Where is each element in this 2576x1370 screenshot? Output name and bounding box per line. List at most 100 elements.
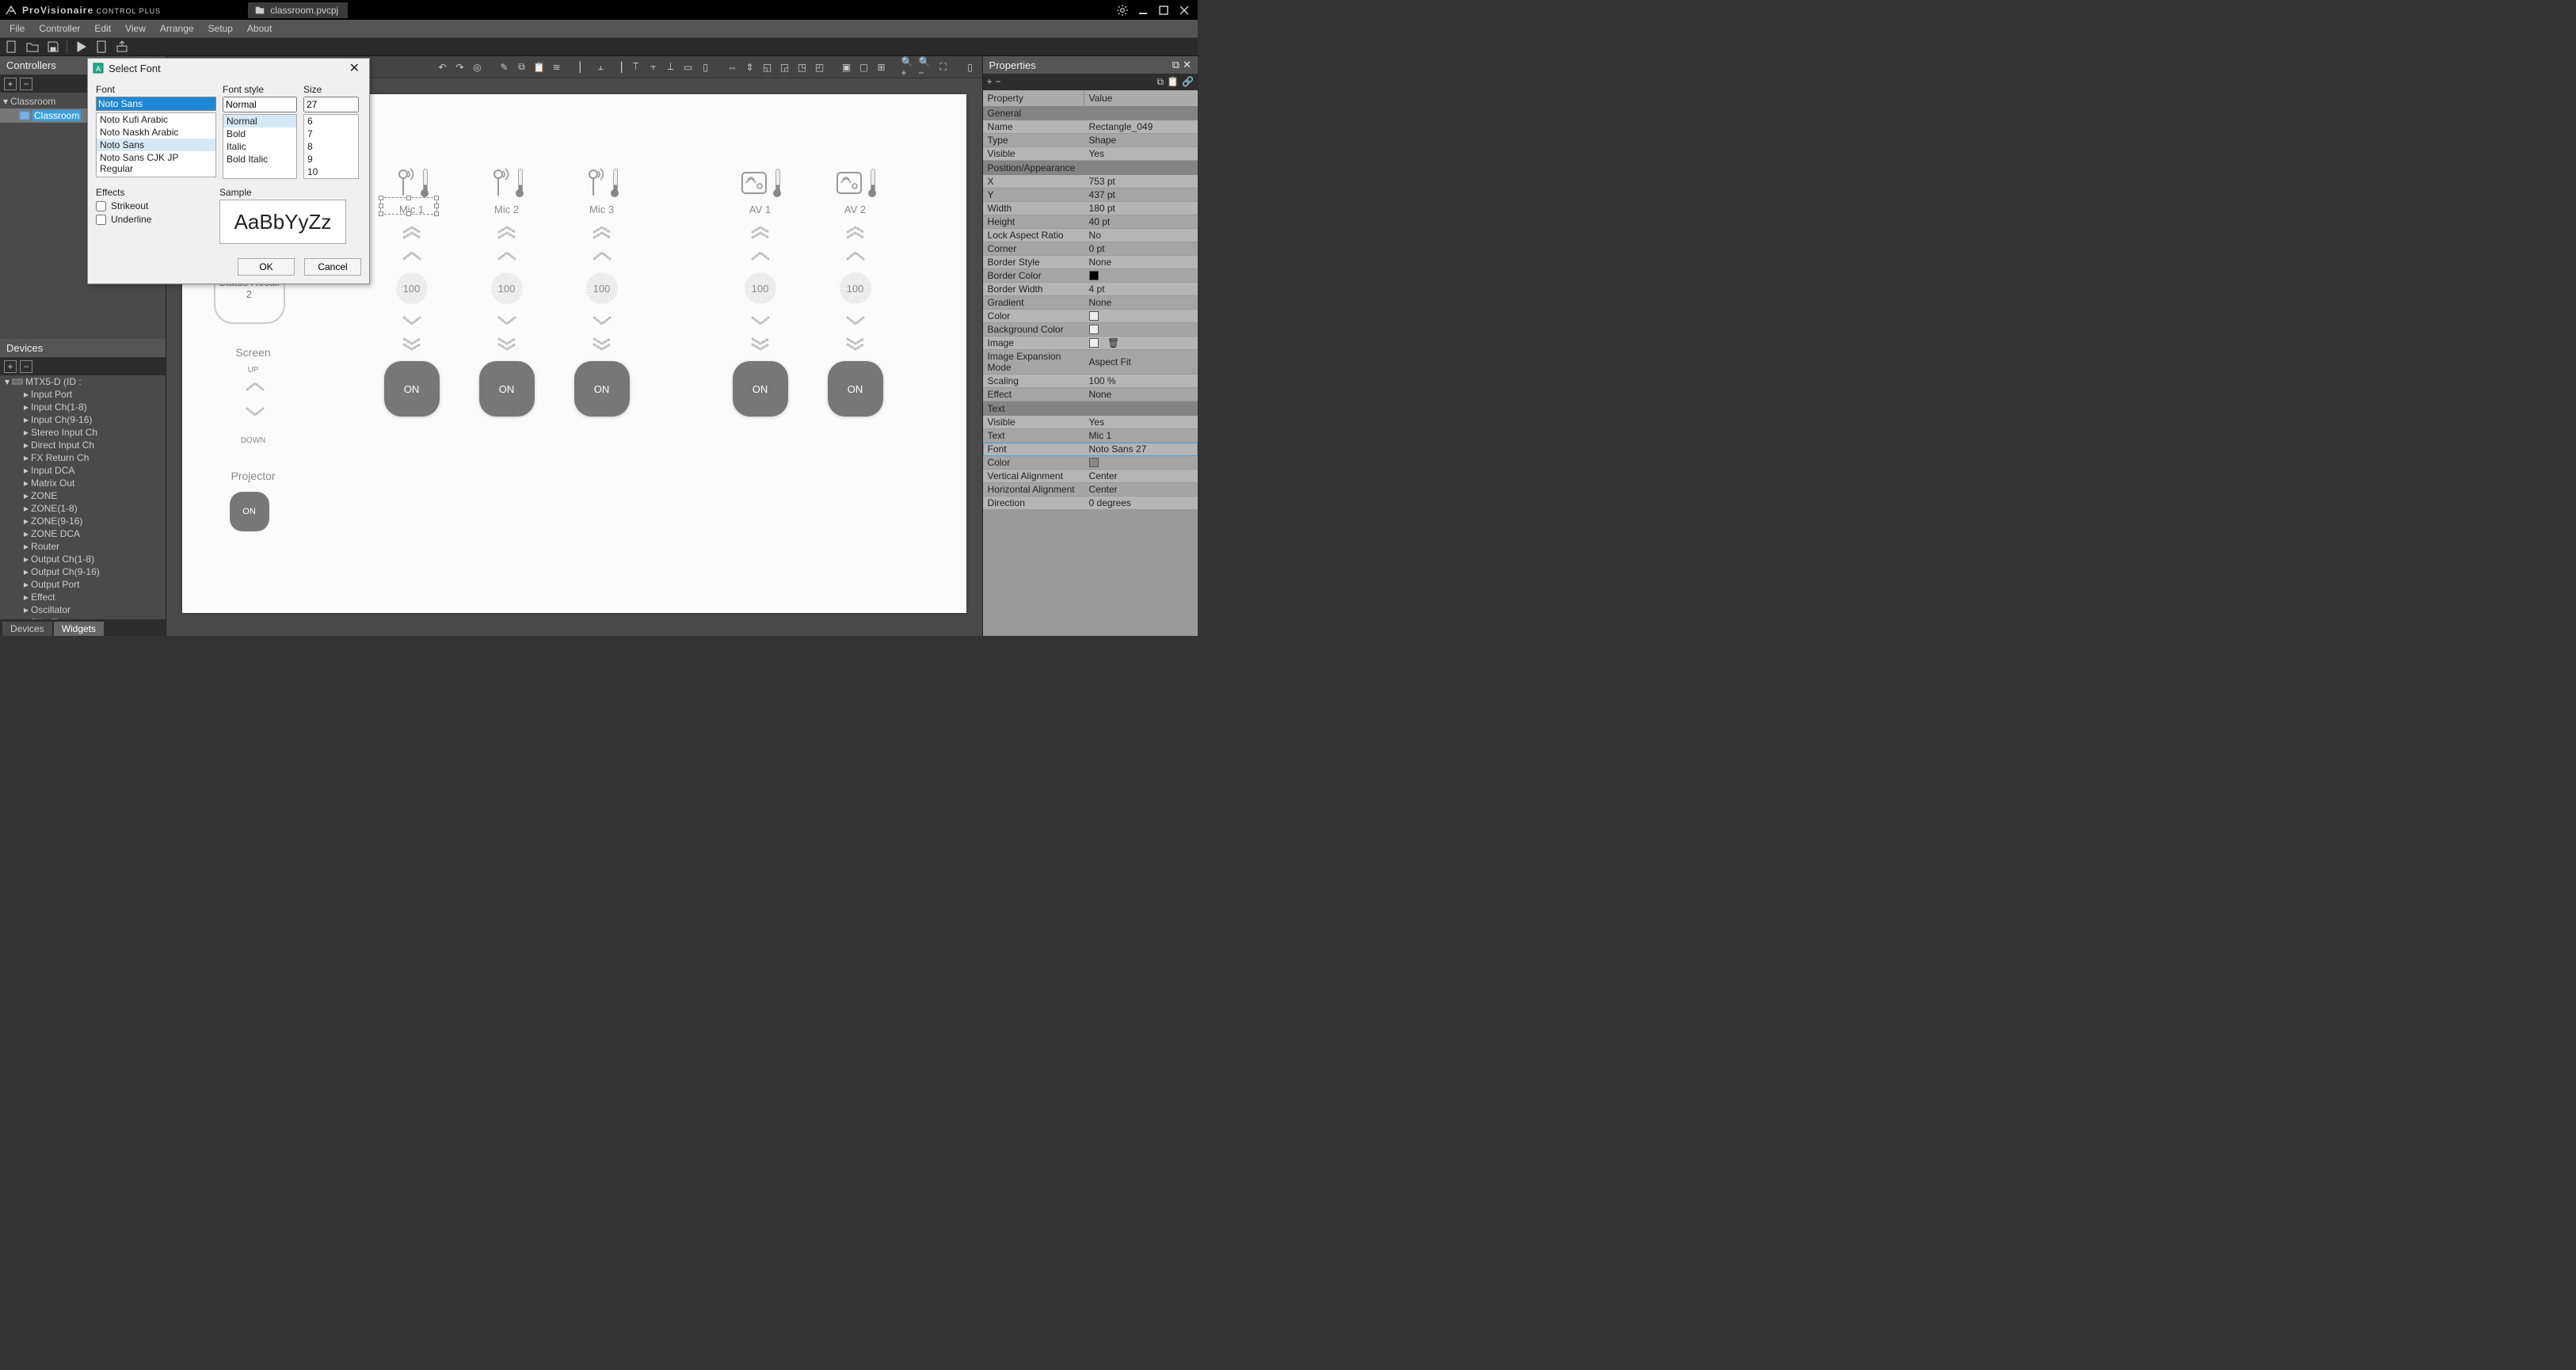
- align-middle-icon[interactable]: ⫟: [646, 60, 661, 74]
- prop-paste-icon[interactable]: 📋: [1167, 76, 1179, 88]
- chevron-up-icon[interactable]: [562, 249, 642, 263]
- doc-icon[interactable]: [94, 40, 109, 54]
- device-item[interactable]: ▸ Input Ch(9-16): [0, 413, 166, 426]
- ctrl-add-button[interactable]: +: [4, 78, 17, 90]
- dist-h-icon[interactable]: ▭: [681, 60, 695, 74]
- font-option[interactable]: Noto Naskh Arabic: [97, 126, 215, 139]
- group-icon[interactable]: ▣: [840, 60, 854, 74]
- send-backward-icon[interactable]: ◰: [813, 60, 827, 74]
- grid-icon[interactable]: ⊞: [875, 60, 889, 74]
- chevron-up-icon[interactable]: [721, 249, 800, 263]
- prop-valign[interactable]: Center: [1084, 470, 1198, 482]
- dev-remove-button[interactable]: −: [20, 360, 32, 373]
- menu-setup[interactable]: Setup: [202, 21, 239, 36]
- prop-scaling[interactable]: 100 %: [1084, 375, 1198, 387]
- size-listbox[interactable]: 67891011: [303, 114, 359, 179]
- double-chevron-up-icon[interactable]: [372, 225, 452, 239]
- collapse-all-button[interactable]: −: [996, 76, 1001, 88]
- align-bottom-icon[interactable]: ⟘: [664, 60, 678, 74]
- channel-on-button[interactable]: ON: [384, 361, 440, 417]
- bring-front-icon[interactable]: ◱: [760, 60, 775, 74]
- strikeout-checkbox[interactable]: Strikeout: [96, 200, 207, 211]
- device-item[interactable]: ▸ Router: [0, 540, 166, 553]
- chevron-up-icon[interactable]: [372, 249, 452, 263]
- snap-icon[interactable]: ◎: [471, 60, 485, 74]
- double-chevron-down-icon[interactable]: [721, 337, 800, 352]
- chevron-down-icon[interactable]: [467, 314, 547, 328]
- size-option[interactable]: 7: [304, 127, 358, 140]
- menu-edit[interactable]: Edit: [88, 21, 117, 36]
- style-option[interactable]: Normal: [223, 115, 296, 127]
- channel-on-button[interactable]: ON: [574, 361, 630, 417]
- channel-on-button[interactable]: ON: [479, 361, 535, 417]
- size-option[interactable]: 11: [304, 178, 358, 179]
- pen-icon[interactable]: ✎: [497, 60, 512, 74]
- prop-y[interactable]: 437 pt: [1084, 188, 1198, 201]
- trash-icon[interactable]: 🗑: [1107, 337, 1119, 348]
- device-item[interactable]: ▸ Oscillator: [0, 603, 166, 616]
- prop-gradient[interactable]: None: [1084, 296, 1198, 309]
- level-value[interactable]: 100: [745, 272, 776, 304]
- cancel-button[interactable]: Cancel: [304, 258, 361, 276]
- size-option[interactable]: 8: [304, 140, 358, 153]
- prop-effect[interactable]: None: [1084, 388, 1198, 401]
- size-option[interactable]: 9: [304, 153, 358, 166]
- zoom-in-icon[interactable]: 🔍+: [901, 60, 916, 74]
- device-item[interactable]: ▸ Stereo Input Ch: [0, 426, 166, 439]
- size-option[interactable]: 6: [304, 115, 358, 127]
- prop-lock[interactable]: No: [1084, 229, 1198, 242]
- settings-gear-icon[interactable]: [1114, 3, 1131, 17]
- prop-color[interactable]: [1084, 310, 1198, 322]
- level-value[interactable]: 100: [586, 272, 618, 304]
- device-item[interactable]: ▸ Output Port: [0, 578, 166, 591]
- dialog-close-button[interactable]: ✕: [345, 60, 364, 76]
- close-button[interactable]: [1176, 3, 1193, 17]
- font-option[interactable]: Noto Sans: [97, 139, 215, 151]
- tab-widgets[interactable]: Widgets: [54, 622, 104, 636]
- device-item[interactable]: ▸ FX Return Ch: [0, 451, 166, 464]
- device-item[interactable]: ▸ ZONE(9-16): [0, 515, 166, 527]
- prop-borderstyle[interactable]: None: [1084, 256, 1198, 268]
- double-chevron-up-icon[interactable]: [721, 225, 800, 239]
- send-back-icon[interactable]: ◲: [778, 60, 792, 74]
- prop-height[interactable]: 40 pt: [1084, 215, 1198, 228]
- double-chevron-down-icon[interactable]: [372, 337, 452, 352]
- prop-imgexp[interactable]: Aspect Fit: [1084, 350, 1198, 374]
- dev-add-button[interactable]: +: [4, 360, 17, 373]
- chevron-up-icon[interactable]: [816, 249, 895, 263]
- device-item[interactable]: ▸ Output Ch(9-16): [0, 565, 166, 578]
- prop-x[interactable]: 753 pt: [1084, 175, 1198, 188]
- ungroup-icon[interactable]: ▢: [857, 60, 871, 74]
- chevron-down-icon[interactable]: [562, 314, 642, 328]
- size-option[interactable]: 10: [304, 166, 358, 178]
- device-item[interactable]: ▸ Input Ch(1-8): [0, 401, 166, 413]
- prop-halign[interactable]: Center: [1084, 483, 1198, 496]
- double-chevron-up-icon[interactable]: [562, 225, 642, 239]
- chevron-down-icon[interactable]: [244, 405, 266, 421]
- channel-label[interactable]: Mic 3: [562, 204, 642, 215]
- align-center-icon[interactable]: ⫠: [594, 60, 608, 74]
- menu-about[interactable]: About: [241, 21, 278, 36]
- prop-tcolor[interactable]: [1084, 456, 1198, 469]
- prop-tvisible[interactable]: Yes: [1084, 416, 1198, 428]
- double-chevron-down-icon[interactable]: [467, 337, 547, 352]
- menu-view[interactable]: View: [119, 21, 152, 36]
- font-option[interactable]: Noto Sans Mono: [97, 175, 215, 177]
- bring-forward-icon[interactable]: ◳: [795, 60, 810, 74]
- menu-controller[interactable]: Controller: [32, 21, 86, 36]
- device-item[interactable]: ▸ ZONE DCA: [0, 527, 166, 540]
- paste-icon[interactable]: 📋: [532, 60, 547, 74]
- maximize-button[interactable]: [1155, 3, 1172, 17]
- size-input[interactable]: [303, 97, 359, 112]
- dialog-titlebar[interactable]: A Select Font ✕: [88, 59, 369, 78]
- underline-checkbox[interactable]: Underline: [96, 214, 207, 225]
- prop-width[interactable]: 180 pt: [1084, 202, 1198, 215]
- ctrl-remove-button[interactable]: −: [20, 78, 32, 90]
- redo-icon[interactable]: ↷: [453, 60, 467, 74]
- style-option[interactable]: Bold Italic: [223, 153, 296, 166]
- menu-file[interactable]: File: [3, 21, 31, 36]
- channel-on-button[interactable]: ON: [828, 361, 883, 417]
- prop-corner[interactable]: 0 pt: [1084, 242, 1198, 255]
- device-item[interactable]: ▸ Direct Input Ch: [0, 439, 166, 451]
- style-option[interactable]: Bold: [223, 127, 296, 140]
